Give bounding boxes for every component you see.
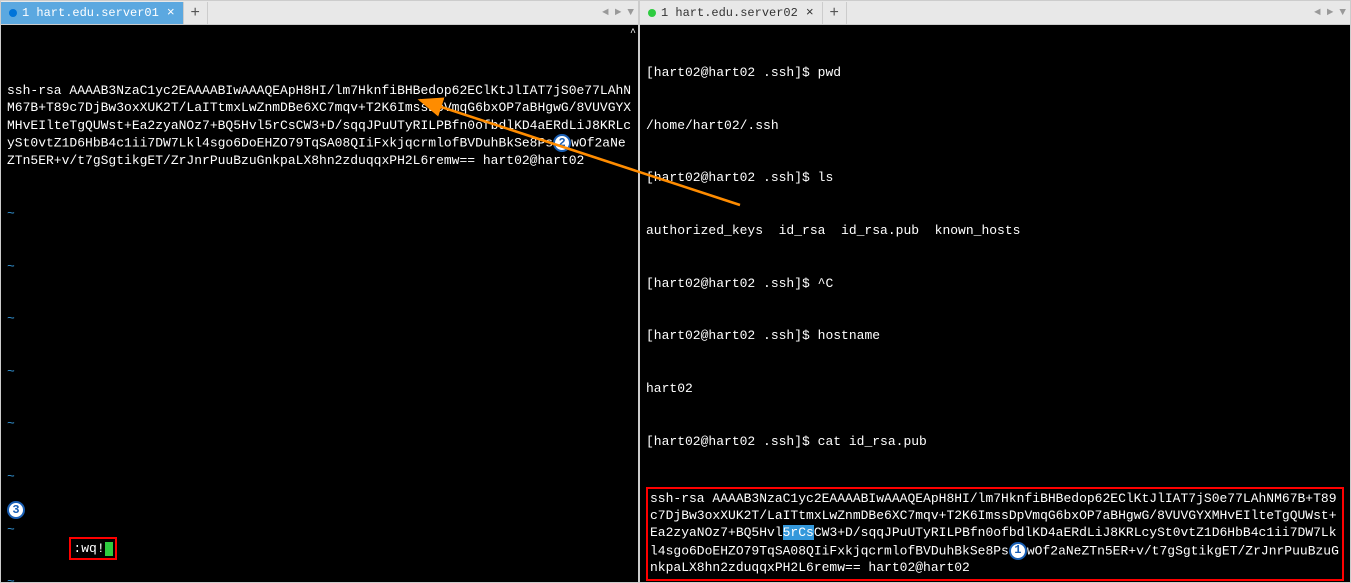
nav-next-icon[interactable]: ► bbox=[615, 7, 622, 19]
status-dot bbox=[648, 9, 656, 17]
term-line: /home/hart02/.ssh bbox=[646, 117, 1344, 135]
nav-menu-icon[interactable]: ▼ bbox=[1339, 7, 1346, 19]
vim-tilde: ~ bbox=[7, 205, 632, 223]
nav-prev-icon[interactable]: ◄ bbox=[602, 7, 609, 19]
vim-tilde: ~ bbox=[7, 310, 632, 328]
callout-2: 2 bbox=[553, 134, 571, 152]
ssh-key-output: ssh-rsa AAAAB3NzaC1yc2EAAAABIwAAAQEApH8H… bbox=[646, 487, 1344, 581]
tab-bar-right: 1 hart.edu.server02 × + ◄ ► ▼ bbox=[640, 1, 1350, 25]
terminal-left[interactable]: ^ ssh-rsa AAAAB3NzaC1yc2EAAAABIwAAAQEApH… bbox=[1, 25, 638, 582]
term-line: [hart02@hart02 .ssh]$ ^C bbox=[646, 275, 1344, 293]
vim-tilde: ~ bbox=[7, 415, 632, 433]
ssh-key-text: ssh-rsa AAAAB3NzaC1yc2EAAAABIwAAAQEApH8H… bbox=[7, 82, 632, 170]
nav-next-icon[interactable]: ► bbox=[1327, 7, 1334, 19]
close-icon[interactable]: × bbox=[167, 5, 175, 20]
tab-server01[interactable]: 1 hart.edu.server01 × bbox=[1, 2, 184, 24]
vim-command-line: 3 :wq! bbox=[7, 466, 117, 578]
scroll-up-icon[interactable]: ^ bbox=[630, 27, 636, 41]
add-tab-button[interactable]: + bbox=[823, 2, 847, 24]
add-tab-button[interactable]: + bbox=[184, 2, 208, 24]
status-dot bbox=[9, 9, 17, 17]
callout-1: 1 bbox=[1009, 542, 1027, 560]
term-line: authorized_keys id_rsa id_rsa.pub known_… bbox=[646, 222, 1344, 240]
tab-server02[interactable]: 1 hart.edu.server02 × bbox=[640, 2, 823, 24]
vim-tilde: ~ bbox=[7, 258, 632, 276]
vim-command[interactable]: :wq! bbox=[73, 541, 104, 556]
vim-tilde: ~ bbox=[7, 363, 632, 381]
tab-label: 1 hart.edu.server02 bbox=[661, 6, 798, 20]
tab-nav: ◄ ► ▼ bbox=[1314, 7, 1346, 19]
selection: 5rCs bbox=[783, 525, 814, 540]
term-line: [hart02@hart02 .ssh]$ hostname bbox=[646, 327, 1344, 345]
callout-3: 3 bbox=[7, 501, 25, 519]
tab-nav: ◄ ► ▼ bbox=[602, 7, 634, 19]
term-line: [hart02@hart02 .ssh]$ pwd bbox=[646, 64, 1344, 82]
cursor bbox=[105, 542, 113, 556]
terminal-right[interactable]: [hart02@hart02 .ssh]$ pwd /home/hart02/.… bbox=[640, 25, 1350, 582]
nav-menu-icon[interactable]: ▼ bbox=[627, 7, 634, 19]
nav-prev-icon[interactable]: ◄ bbox=[1314, 7, 1321, 19]
term-line: [hart02@hart02 .ssh]$ ls bbox=[646, 169, 1344, 187]
tab-label: 1 hart.edu.server01 bbox=[22, 6, 159, 20]
close-icon[interactable]: × bbox=[806, 5, 814, 20]
term-line: [hart02@hart02 .ssh]$ cat id_rsa.pub bbox=[646, 433, 1344, 451]
term-line: hart02 bbox=[646, 380, 1344, 398]
tab-bar-left: 1 hart.edu.server01 × + ◄ ► ▼ bbox=[1, 1, 638, 25]
